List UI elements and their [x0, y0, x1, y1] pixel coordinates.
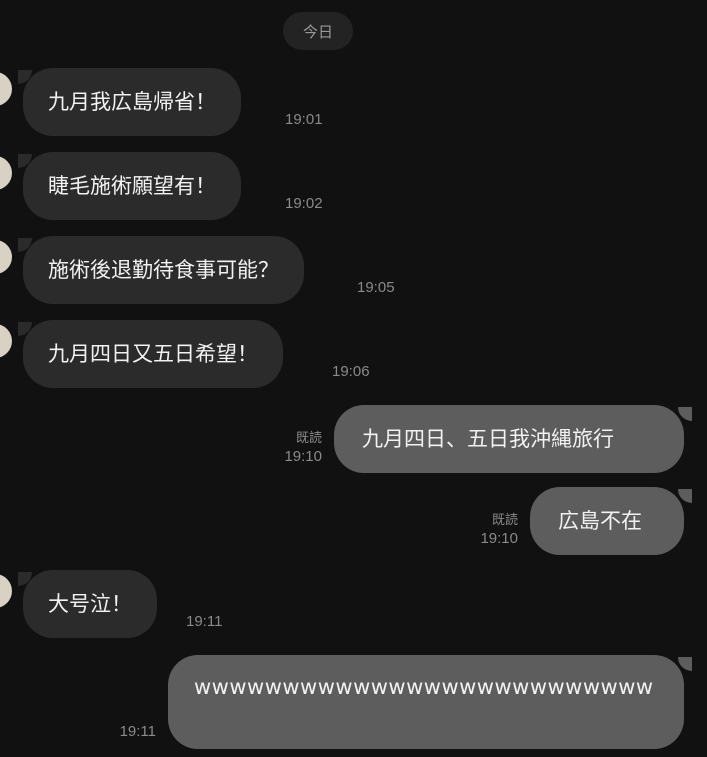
outgoing-message-bubble[interactable]: wwwwwwwwwwwwwwwwwwwwwwwwww: [168, 655, 684, 749]
message-timestamp: 19:06: [332, 363, 370, 380]
incoming-message-bubble[interactable]: 施術後退勤待食事可能？: [23, 236, 304, 304]
message-timestamp: 19:11: [186, 613, 223, 630]
message-meta: 既読 19:10: [262, 428, 322, 466]
avatar[interactable]: [0, 240, 12, 274]
message-timestamp: 19:02: [285, 195, 323, 212]
avatar[interactable]: [0, 156, 12, 190]
message-text: 九月我広島帰省！: [48, 90, 216, 114]
bubble-tail: [678, 657, 692, 671]
avatar[interactable]: [0, 324, 12, 358]
message-timestamp: 19:10: [480, 530, 518, 547]
message-text: 施術後退勤待食事可能？: [48, 258, 279, 282]
incoming-message-bubble[interactable]: 九月四日又五日希望！: [23, 320, 283, 388]
incoming-message-bubble[interactable]: 睫毛施術願望有！: [23, 152, 241, 220]
message-timestamp: 19:10: [284, 448, 322, 465]
message-timestamp: 19:11: [119, 723, 156, 740]
message-text: 大号泣！: [48, 592, 132, 616]
outgoing-message-bubble[interactable]: 広島不在: [530, 487, 684, 555]
incoming-message-bubble[interactable]: 大号泣！: [23, 570, 157, 638]
date-separator: 今日: [283, 12, 353, 50]
message-text: 睫毛施術願望有！: [48, 174, 216, 198]
bubble-tail: [678, 407, 692, 421]
message-timestamp: 19:01: [285, 111, 323, 128]
read-receipt: 既読: [295, 430, 322, 445]
message-text: 九月四日又五日希望！: [48, 342, 258, 366]
message-text: 九月四日、五日我沖縄旅行: [362, 427, 614, 451]
message-meta: 既読 19:10: [458, 510, 518, 548]
read-receipt: 既読: [491, 512, 518, 527]
outgoing-message-bubble[interactable]: 九月四日、五日我沖縄旅行: [334, 405, 684, 473]
avatar[interactable]: [0, 574, 12, 608]
bubble-tail: [678, 489, 692, 503]
message-text: 広島不在: [558, 509, 642, 533]
incoming-message-bubble[interactable]: 九月我広島帰省！: [23, 68, 241, 136]
avatar[interactable]: [0, 72, 12, 106]
message-text: wwwwwwwwwwwwwwwwwwwwwwwwww: [194, 675, 654, 699]
message-timestamp: 19:05: [357, 279, 395, 296]
